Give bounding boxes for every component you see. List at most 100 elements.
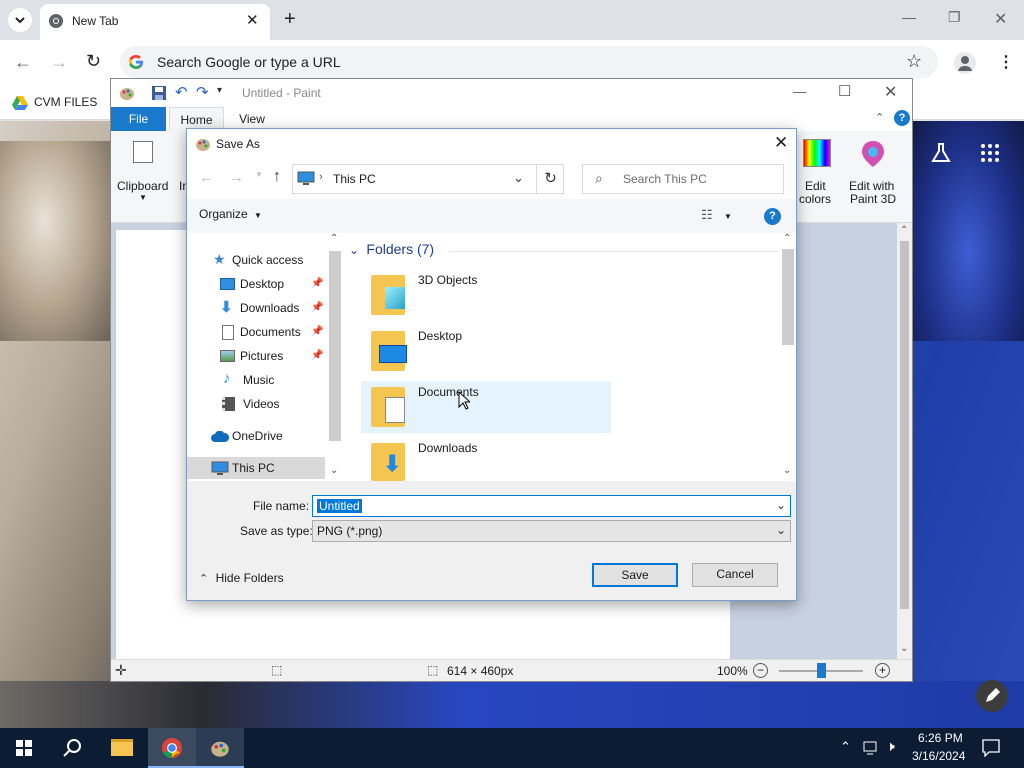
- chrome-labs-icon[interactable]: [930, 142, 952, 164]
- dialog-help-icon[interactable]: ?: [764, 208, 781, 225]
- tab-file[interactable]: File: [111, 107, 166, 131]
- folder-item-documents[interactable]: Documents: [361, 381, 611, 433]
- cancel-button[interactable]: Cancel: [692, 563, 778, 587]
- zoom-in-button[interactable]: +: [875, 663, 890, 678]
- folder-item-downloads[interactable]: ⬇ Downloads: [361, 437, 611, 481]
- help-icon[interactable]: ?: [894, 110, 910, 126]
- paint-maximize-button[interactable]: ☐: [838, 82, 851, 100]
- scroll-up-icon[interactable]: ⌃: [330, 233, 338, 244]
- scroll-down-icon[interactable]: ⌄: [900, 643, 908, 654]
- address-bar[interactable]: › This PC ⌄ ↻: [292, 164, 564, 194]
- recent-locations-icon[interactable]: ▼: [255, 170, 263, 179]
- save-icon[interactable]: [152, 86, 166, 100]
- file-name-value: Untitled: [317, 499, 362, 513]
- scroll-down-icon[interactable]: ⌄: [783, 465, 791, 476]
- nav-forward-icon[interactable]: →: [229, 169, 244, 186]
- bookmark-cvm-files[interactable]: CVM FILES: [10, 92, 100, 114]
- file-name-dropdown-icon[interactable]: ⌄: [776, 498, 786, 512]
- paint-app-icon: [211, 741, 229, 757]
- search-box[interactable]: ⌕ Search This PC: [582, 164, 784, 194]
- start-button[interactable]: [0, 728, 48, 768]
- tab-new-tab[interactable]: New Tab ✕: [40, 4, 270, 40]
- file-name-field[interactable]: Untitled ⌄: [312, 495, 791, 517]
- profile-avatar[interactable]: [954, 52, 976, 74]
- volume-muted-icon[interactable]: 🕨: [886, 738, 895, 755]
- edit-colors-label-1: Edit: [805, 179, 826, 193]
- nav-this-pc[interactable]: This PC: [187, 457, 325, 479]
- nav-up-icon[interactable]: ↑: [273, 168, 281, 186]
- taskbar-search-button[interactable]: [48, 728, 96, 768]
- organize-button[interactable]: Organize ▼: [199, 207, 269, 227]
- chrome-icon: [162, 738, 182, 759]
- paint-close-button[interactable]: ✕: [884, 82, 897, 102]
- paint-minimize-button[interactable]: —: [793, 84, 806, 99]
- restore-window-button[interactable]: ❐: [948, 9, 961, 26]
- forward-button[interactable]: →: [50, 52, 68, 73]
- show-hidden-icons-button[interactable]: ⌃: [840, 739, 851, 755]
- nav-quick-access[interactable]: ★ Quick access: [187, 249, 325, 271]
- notifications-icon[interactable]: [982, 739, 1000, 757]
- paint-vertical-scrollbar[interactable]: ⌃ ⌄: [897, 223, 912, 659]
- scroll-thumb[interactable]: [782, 249, 794, 345]
- scroll-thumb[interactable]: [900, 241, 909, 609]
- chrome-taskbar-button[interactable]: [148, 728, 196, 768]
- folder-item-desktop[interactable]: Desktop: [361, 325, 611, 377]
- nav-onedrive[interactable]: OneDrive: [187, 425, 325, 447]
- mouse-cursor-icon: [458, 391, 470, 410]
- quick-access-customize-icon[interactable]: ▾: [217, 85, 222, 96]
- content-scrollbar[interactable]: ⌃ ⌄: [780, 233, 796, 481]
- back-button[interactable]: ←: [14, 52, 32, 73]
- nav-documents[interactable]: Documents 📌: [187, 321, 325, 343]
- bookmark-star-icon[interactable]: ☆: [906, 51, 922, 72]
- collapse-ribbon-icon[interactable]: ⌃: [875, 111, 884, 124]
- redo-icon[interactable]: ↷: [196, 83, 209, 101]
- save-type-dropdown-icon[interactable]: ⌄: [776, 523, 786, 537]
- tab-search-button[interactable]: [8, 8, 32, 32]
- nav-downloads[interactable]: ⬇ Downloads 📌: [187, 297, 325, 319]
- folder-item-3d-objects[interactable]: 3D Objects: [361, 269, 611, 321]
- address-dropdown-icon[interactable]: ⌄: [513, 170, 524, 186]
- paint-taskbar-button[interactable]: [196, 728, 244, 768]
- zoom-slider-thumb[interactable]: [817, 663, 826, 678]
- scroll-thumb[interactable]: [329, 251, 341, 441]
- clock-time[interactable]: 6:26 PM: [918, 731, 963, 745]
- dialog-close-button[interactable]: ✕: [774, 133, 788, 153]
- reload-button[interactable]: ↻: [86, 51, 101, 72]
- undo-icon[interactable]: ↶: [175, 83, 188, 101]
- change-view-button[interactable]: ☷ ▼: [701, 207, 737, 227]
- edit-with-paint3d-button[interactable]: Edit with Paint 3D: [845, 135, 903, 215]
- minimize-window-button[interactable]: —: [902, 9, 916, 25]
- group-header-folders[interactable]: ⌄ Folders (7): [349, 241, 779, 261]
- chrome-menu-button[interactable]: ⋮: [998, 52, 1014, 72]
- nav-label: Pictures: [240, 349, 284, 363]
- scroll-up-icon[interactable]: ⌃: [900, 225, 908, 236]
- view-list-icon: ☷: [701, 207, 713, 222]
- paint-status-bar: ✛ ⬚ ⬚ 614 × 460px 100% − +: [111, 659, 912, 681]
- scroll-up-icon[interactable]: ⌃: [783, 233, 791, 244]
- omnibox[interactable]: Search Google or type a URL ☆: [120, 46, 938, 78]
- customize-chrome-button[interactable]: [976, 680, 1008, 712]
- nav-pictures[interactable]: Pictures 📌: [187, 345, 325, 367]
- zoom-out-button[interactable]: −: [753, 663, 768, 678]
- hide-folders-button[interactable]: ⌃ Hide Folders: [199, 571, 299, 589]
- close-window-button[interactable]: ✕: [994, 9, 1007, 29]
- close-tab-icon[interactable]: ✕: [246, 11, 259, 29]
- organize-dropdown-icon: ▼: [254, 211, 262, 220]
- nav-videos[interactable]: Videos: [187, 393, 325, 415]
- nav-desktop[interactable]: Desktop 📌: [187, 273, 325, 295]
- google-apps-icon[interactable]: [980, 143, 1000, 163]
- scroll-down-icon[interactable]: ⌄: [330, 465, 338, 476]
- nav-back-icon[interactable]: ←: [199, 169, 214, 186]
- clock-date[interactable]: 3/16/2024: [912, 749, 965, 763]
- edit-colors-button[interactable]: Edit colors: [797, 135, 841, 215]
- save-type-select[interactable]: PNG (*.png) ⌄: [312, 520, 791, 542]
- nav-music[interactable]: ♪ Music: [187, 369, 325, 391]
- save-button[interactable]: Save: [592, 563, 678, 587]
- file-explorer-taskbar-button[interactable]: [98, 728, 146, 768]
- navpane-scrollbar[interactable]: ⌃ ⌄: [327, 233, 343, 481]
- clipboard-group[interactable]: Clipboard ▼: [115, 135, 171, 219]
- refresh-button[interactable]: ↻: [536, 165, 564, 193]
- network-icon[interactable]: [862, 740, 880, 756]
- new-tab-button[interactable]: +: [284, 8, 296, 31]
- document-icon: [222, 325, 234, 340]
